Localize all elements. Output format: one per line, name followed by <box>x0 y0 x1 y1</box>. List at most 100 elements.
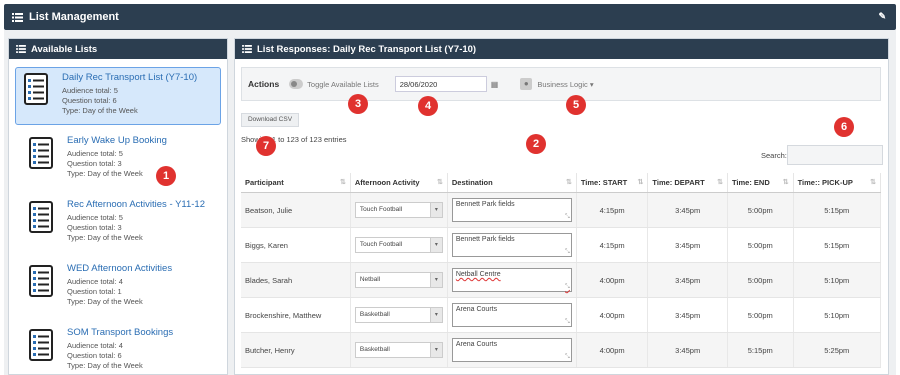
list-responses-header: List Responses: Daily Rec Transport List… <box>235 39 888 59</box>
destination-cell: Netball Centre ⤡ <box>447 262 577 298</box>
available-lists-panel: Available Lists Daily Rec Transport List… <box>8 38 228 375</box>
participant-cell: Brockenshire, Matthew <box>241 297 351 333</box>
destination-textarea[interactable]: Bennett Park fields ⤡ <box>451 198 572 222</box>
end-cell: 5:00pm <box>727 192 794 228</box>
column-label: Time: END <box>731 178 770 187</box>
pickup-cell: 5:10pm <box>793 297 882 333</box>
wrench-icon[interactable]: ✎ <box>878 11 886 22</box>
resize-grip-icon[interactable]: ⤡ <box>565 354 570 361</box>
activity-select[interactable]: Basketball ▾ <box>354 342 443 358</box>
list-item-questions: Question total: 6 <box>62 96 117 105</box>
app-header: List Management ✎ <box>4 4 896 30</box>
column-header-activity[interactable]: Afternoon Activity ⇅ <box>350 173 448 193</box>
calendar-icon[interactable]: ▦ <box>491 80 499 89</box>
destination-textarea[interactable]: Arena Courts ⤡ <box>451 338 572 362</box>
activity-cell: Netball ▾ <box>350 262 448 298</box>
end-cell: 5:00pm <box>727 227 794 263</box>
column-label: Time: DEPART <box>652 178 705 187</box>
destination-textarea[interactable]: Bennett Park fields ⤡ <box>451 233 572 257</box>
activity-cell: Touch Football ▾ <box>350 192 448 228</box>
callout-badge: 4 <box>418 96 438 116</box>
destination-value: Bennett Park fields <box>455 201 515 208</box>
column-header-pickup[interactable]: Time:: PICK-UP ⇅ <box>793 173 882 193</box>
depart-cell: 3:45pm <box>647 262 728 298</box>
checklist-icon <box>29 137 53 169</box>
toggle-available-lists[interactable]: Toggle Available Lists <box>289 79 379 89</box>
activity-select[interactable]: Touch Football ▾ <box>354 237 443 253</box>
column-header-destination[interactable]: Destination ⇅ <box>447 173 577 193</box>
activity-select[interactable]: Touch Football ▾ <box>354 202 443 218</box>
activity-value: Touch Football <box>359 206 403 213</box>
business-logic-dropdown[interactable]: ● Business Logic ▾ <box>520 78 594 90</box>
callout-badge: 1 <box>156 166 176 186</box>
activity-value: Basketball <box>359 346 390 353</box>
destination-value: Arena Courts <box>455 341 498 348</box>
column-header-depart[interactable]: Time: DEPART ⇅ <box>647 173 728 193</box>
destination-value: Arena Courts <box>455 306 498 313</box>
destination-textarea[interactable]: Arena Courts ⤡ <box>451 303 572 327</box>
chevron-down-icon: ▾ <box>429 343 442 357</box>
download-csv-button[interactable]: Download CSV <box>241 113 299 127</box>
resize-grip-icon[interactable]: ⤡ <box>565 214 570 221</box>
column-label: Afternoon Activity <box>354 178 420 187</box>
list-item-audience: Audience total: 5 <box>62 86 118 95</box>
destination-cell: Bennett Park fields ⤡ <box>447 227 577 263</box>
participant-cell: Biggs, Karen <box>241 227 351 263</box>
column-header-end[interactable]: Time: END ⇅ <box>727 173 794 193</box>
sort-icon: ⇅ <box>870 179 876 186</box>
chevron-down-icon: ▾ <box>429 238 442 252</box>
start-cell: 4:00pm <box>576 332 649 368</box>
column-label: Destination <box>451 178 493 187</box>
chevron-down-icon: ▾ <box>429 273 442 287</box>
business-logic-label: Business Logic ▾ <box>537 79 594 89</box>
list-item-title: SOM Transport Bookings <box>67 327 174 338</box>
start-cell: 4:00pm <box>576 297 649 333</box>
sort-icon: ⇅ <box>565 179 572 186</box>
sort-icon: ⇅ <box>782 179 789 186</box>
depart-cell: 3:45pm <box>647 192 728 228</box>
list-item-type: Type: Day of the Week <box>67 233 143 242</box>
available-lists-header: Available Lists <box>9 39 227 59</box>
app-title: List Management <box>29 11 119 23</box>
resize-grip-icon[interactable]: ⤡ <box>565 284 570 291</box>
list-item-questions: Question total: 1 <box>67 287 122 296</box>
activity-cell: Touch Football ▾ <box>350 227 448 263</box>
list-item-title: Rec Afternoon Activities - Y11-12 <box>67 199 206 210</box>
available-lists-title: Available Lists <box>31 43 98 55</box>
resize-grip-icon[interactable]: ⤡ <box>565 319 570 326</box>
pickup-cell: 5:15pm <box>793 192 882 228</box>
list-item[interactable]: Rec Afternoon Activities - Y11-12 Audien… <box>15 193 221 257</box>
list-item-title: WED Afternoon Activities <box>67 263 173 274</box>
list-icon <box>12 12 23 22</box>
activity-select[interactable]: Netball ▾ <box>354 272 443 288</box>
checklist-icon <box>24 73 48 105</box>
search-input[interactable] <box>787 145 883 165</box>
list-item[interactable]: Early Wake Up Booking Audience total: 5 … <box>15 129 221 193</box>
list-item-questions: Question total: 3 <box>67 159 122 168</box>
list-responses-panel: List Responses: Daily Rec Transport List… <box>234 38 889 375</box>
resize-grip-icon[interactable]: ⤡ <box>565 249 570 256</box>
column-label: Participant <box>245 178 284 187</box>
list-item[interactable]: WED Afternoon Activities Audience total:… <box>15 257 221 321</box>
sort-icon: ⇅ <box>339 179 346 186</box>
depart-cell: 3:45pm <box>647 297 728 333</box>
column-header-participant[interactable]: Participant ⇅ <box>241 173 351 193</box>
table-row: Butcher, Henry Basketball ▾ Arena Courts ⤡… <box>241 332 882 368</box>
column-header-start[interactable]: Time: START ⇅ <box>576 173 649 193</box>
list-item[interactable]: SOM Transport Bookings Audience total: 4… <box>15 321 221 374</box>
destination-textarea[interactable]: Netball Centre ⤡ <box>451 268 572 292</box>
sort-icon: ⇅ <box>436 179 443 186</box>
destination-cell: Arena Courts ⤡ <box>447 332 577 368</box>
list-item[interactable]: Daily Rec Transport List (Y7-10) Audienc… <box>15 67 221 125</box>
table-header-row: Participant ⇅ Afternoon Activity ⇅ Destina… <box>241 173 882 193</box>
chevron-down-icon: ▾ <box>429 308 442 322</box>
date-input[interactable]: 28/06/2020 <box>394 76 487 92</box>
column-label: Time: START <box>580 178 628 187</box>
list-item-type: Type: Day of the Week <box>62 106 138 115</box>
toggle-switch-icon <box>289 79 304 89</box>
activity-select[interactable]: Basketball ▾ <box>354 307 443 323</box>
callout-badge: 7 <box>256 136 276 156</box>
list-item-title: Early Wake Up Booking <box>67 135 167 146</box>
checklist-icon <box>29 329 53 361</box>
activity-cell: Basketball ▾ <box>350 297 448 333</box>
